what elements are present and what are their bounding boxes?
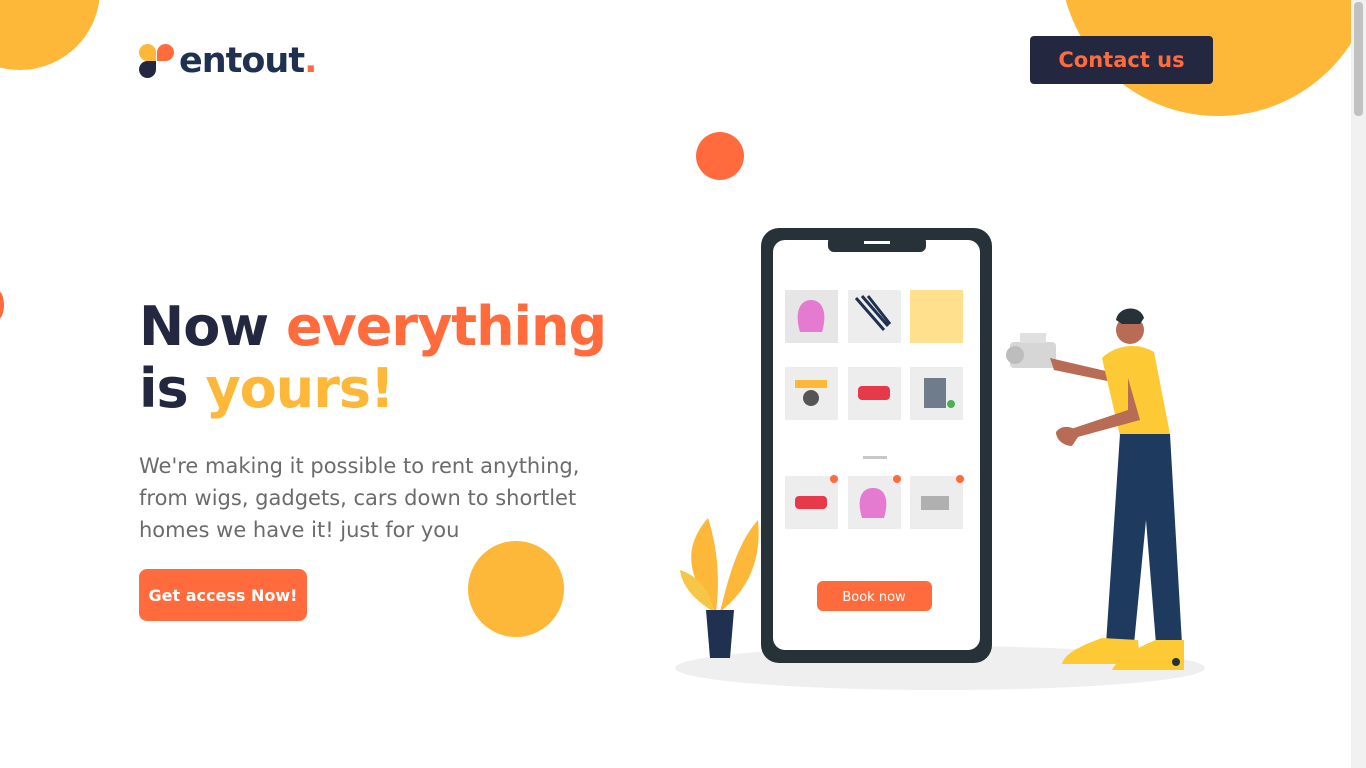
person-with-camera — [1006, 308, 1184, 670]
page-scrollbar[interactable] — [1351, 0, 1366, 768]
hero-illustration: Book now — [675, 228, 1205, 690]
hero-description: We're making it possible to rent anythin… — [139, 454, 580, 542]
car-icon — [858, 386, 890, 400]
phone-mockup: Book now — [761, 228, 992, 663]
wig-icon — [797, 300, 825, 332]
logo-mark-icon — [139, 42, 177, 80]
scrollbar-thumb[interactable] — [1354, 2, 1363, 116]
logo[interactable]: entout. — [139, 41, 317, 81]
car-small-icon — [795, 496, 827, 509]
wig-small-icon — [859, 488, 887, 518]
decor-circle-top-left — [0, 0, 100, 70]
book-now-label: Book now — [842, 590, 906, 605]
contact-us-button[interactable]: Contact us — [1030, 36, 1213, 84]
logo-text: entout. — [179, 41, 317, 81]
camera-small-icon — [921, 496, 949, 510]
decor-circle-left-edge — [0, 290, 4, 320]
hero-title: Now everything is yours! — [139, 295, 607, 420]
decor-circle-yellow — [468, 541, 564, 637]
drone-icon — [795, 380, 827, 388]
decor-circle-orange — [696, 132, 744, 180]
plant-icon — [680, 518, 759, 658]
building-icon — [924, 378, 946, 408]
get-access-button[interactable]: Get access Now! — [139, 569, 307, 621]
